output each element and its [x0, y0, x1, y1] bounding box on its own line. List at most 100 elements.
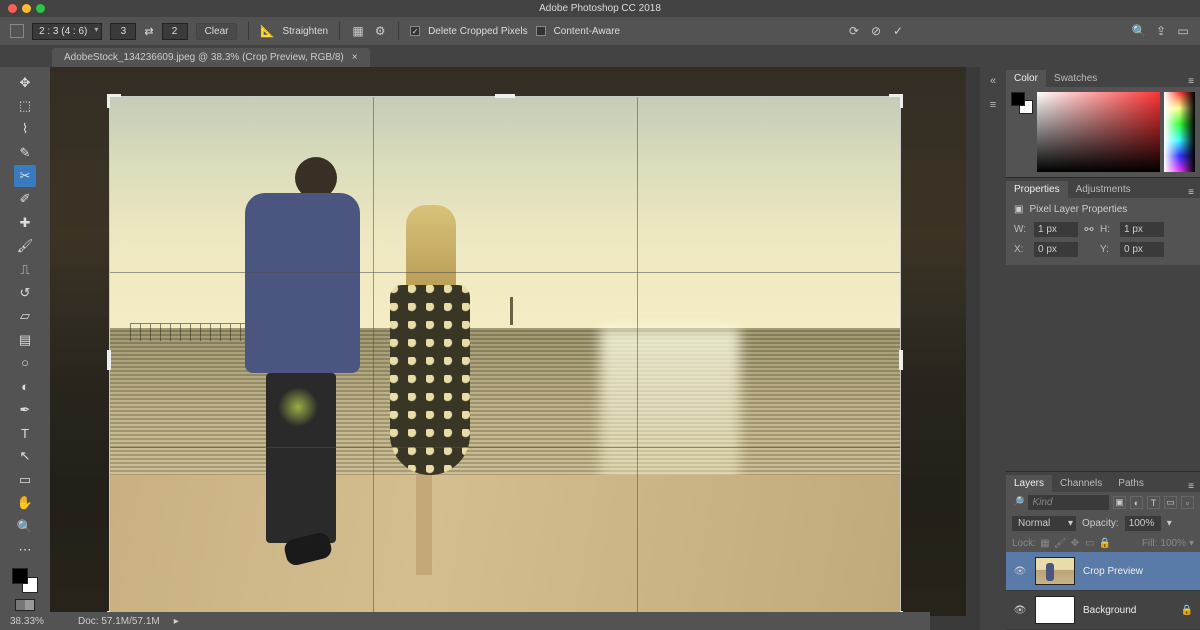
link-wh-icon[interactable]: ⚯ — [1082, 223, 1096, 236]
canvas-area[interactable] — [50, 67, 980, 630]
straighten-label[interactable]: Straighten — [282, 26, 328, 37]
clear-button[interactable]: Clear — [196, 23, 238, 40]
type-tool[interactable]: T — [14, 422, 36, 443]
lock-image-icon[interactable]: 🖌 — [1054, 537, 1066, 549]
lock-artboard-icon[interactable]: ▭ — [1084, 537, 1096, 549]
document-tab[interactable]: AdobeStock_134236609.jpeg @ 38.3% (Crop … — [52, 48, 370, 67]
search-icon[interactable]: 🔍 — [1132, 24, 1146, 38]
crop-handle-left[interactable] — [107, 350, 111, 370]
close-window[interactable] — [8, 4, 17, 13]
share-icon[interactable]: ⇪ — [1154, 24, 1168, 38]
brush-tool[interactable]: 🖌 — [14, 236, 36, 257]
width-input[interactable]: 1 px — [1034, 222, 1078, 237]
blend-mode-select[interactable]: Normal — [1012, 516, 1076, 531]
layer-name[interactable]: Background — [1083, 605, 1173, 616]
crop-box[interactable] — [110, 97, 900, 622]
healing-tool[interactable]: ✚ — [14, 212, 36, 233]
path-select-tool[interactable]: ↖ — [14, 446, 36, 467]
ratio-height-input[interactable]: 2 — [162, 23, 188, 40]
panel-menu-icon[interactable]: ≡ — [1182, 481, 1200, 492]
zoom-tool[interactable]: 🔍 — [14, 516, 36, 537]
commit-crop-icon[interactable]: ✓ — [891, 24, 905, 38]
lock-transparent-icon[interactable]: ▦ — [1039, 537, 1051, 549]
arrange-icon[interactable]: ▭ — [1176, 24, 1190, 38]
layer-row[interactable]: 👁 Background 🔒 — [1006, 591, 1200, 630]
ratio-width-input[interactable]: 3 — [110, 23, 136, 40]
overlay-options-icon[interactable]: ▦ — [351, 24, 365, 38]
lasso-tool[interactable]: ⌇ — [14, 119, 36, 140]
reset-crop-icon[interactable]: ⟳ — [847, 24, 861, 38]
dock-expand-icon[interactable]: « — [985, 73, 1001, 89]
tab-channels[interactable]: Channels — [1052, 475, 1110, 492]
move-tool[interactable]: ✥ — [14, 72, 36, 93]
fill-dropdown-icon[interactable]: ▾ — [1189, 538, 1194, 549]
content-aware-checkbox[interactable] — [536, 26, 546, 36]
marquee-tool[interactable]: ⬚ — [14, 95, 36, 116]
crop-handle-top[interactable] — [495, 94, 515, 98]
filter-adjust-icon[interactable]: ◐ — [1130, 496, 1143, 509]
aspect-ratio-preset[interactable]: 2 : 3 (4 : 6) — [32, 23, 102, 40]
visibility-icon[interactable]: 👁 — [1013, 566, 1027, 577]
filter-pixel-icon[interactable]: ▣ — [1113, 496, 1126, 509]
hue-strip[interactable] — [1164, 92, 1195, 172]
fill-input[interactable]: 100% — [1160, 538, 1186, 549]
lock-all-icon[interactable]: 🔒 — [1099, 537, 1111, 549]
opacity-dropdown-icon[interactable]: ▾ — [1167, 518, 1172, 529]
height-input[interactable]: 1 px — [1120, 222, 1164, 237]
status-arrow-icon[interactable]: ▸ — [174, 616, 179, 627]
history-panel-icon[interactable]: ≡ — [985, 97, 1001, 113]
pen-tool[interactable]: ✒ — [14, 399, 36, 420]
color-field[interactable] — [1037, 92, 1160, 172]
shape-tool[interactable]: ▭ — [14, 469, 36, 490]
tab-layers[interactable]: Layers — [1006, 475, 1052, 492]
lock-position-icon[interactable]: ✥ — [1069, 537, 1081, 549]
swap-dimensions-icon[interactable]: ⇄ — [144, 25, 153, 38]
history-brush-tool[interactable]: ↺ — [14, 282, 36, 303]
doc-size[interactable]: Doc: 57.1M/57.1M — [78, 616, 160, 627]
gradient-tool[interactable]: ▤ — [14, 329, 36, 350]
minimize-window[interactable] — [22, 4, 31, 13]
crop-tool[interactable]: ✂ — [14, 165, 36, 186]
color-swatch[interactable] — [1011, 92, 1033, 114]
y-input[interactable]: 0 px — [1120, 242, 1164, 257]
crop-handle-right[interactable] — [899, 350, 903, 370]
maximize-window[interactable] — [36, 4, 45, 13]
filter-type-icon[interactable]: T — [1147, 496, 1160, 509]
filter-search-icon[interactable]: 🔎 — [1012, 497, 1024, 508]
delete-cropped-checkbox[interactable] — [410, 26, 420, 36]
panel-menu-icon[interactable]: ≡ — [1182, 76, 1200, 87]
tab-properties[interactable]: Properties — [1006, 181, 1068, 198]
layer-thumbnail[interactable] — [1035, 557, 1075, 585]
crop-options-icon[interactable]: ⚙ — [373, 24, 387, 38]
foreground-background-swatch[interactable] — [12, 568, 38, 593]
tab-adjustments[interactable]: Adjustments — [1068, 181, 1139, 198]
filter-shape-icon[interactable]: ▭ — [1164, 496, 1177, 509]
layer-row[interactable]: 👁 Crop Preview — [1006, 552, 1200, 591]
eyedropper-tool[interactable]: ✐ — [14, 189, 36, 210]
cancel-crop-icon[interactable]: ⊘ — [869, 24, 883, 38]
quick-mask-toggle[interactable] — [15, 599, 35, 612]
tab-paths[interactable]: Paths — [1110, 475, 1152, 492]
filter-kind-select[interactable]: Kind — [1028, 495, 1109, 510]
tab-swatches[interactable]: Swatches — [1046, 70, 1105, 87]
close-tab-icon[interactable]: × — [352, 52, 358, 63]
layer-name[interactable]: Crop Preview — [1083, 566, 1193, 577]
filter-smart-icon[interactable]: ▫ — [1181, 496, 1194, 509]
tab-color[interactable]: Color — [1006, 70, 1046, 87]
clone-tool[interactable]: ⎍ — [14, 259, 36, 280]
vertical-scrollbar[interactable] — [966, 67, 980, 616]
quick-select-tool[interactable]: ✎ — [14, 142, 36, 163]
eraser-tool[interactable]: ▱ — [14, 306, 36, 327]
crop-tool-preset-icon[interactable] — [10, 24, 24, 38]
zoom-level[interactable]: 38.33% — [10, 616, 64, 627]
hand-tool[interactable]: ✋ — [14, 492, 36, 513]
opacity-input[interactable]: 100% — [1125, 516, 1161, 531]
blur-tool[interactable]: ○ — [14, 352, 36, 373]
layer-thumbnail[interactable] — [1035, 596, 1075, 624]
x-input[interactable]: 0 px — [1034, 242, 1078, 257]
dodge-tool[interactable]: ◐ — [14, 376, 36, 397]
visibility-icon[interactable]: 👁 — [1013, 605, 1027, 616]
panel-menu-icon[interactable]: ≡ — [1182, 187, 1200, 198]
straighten-icon[interactable]: 📐 — [260, 24, 274, 38]
edit-toolbar[interactable]: ⋯ — [14, 539, 36, 560]
